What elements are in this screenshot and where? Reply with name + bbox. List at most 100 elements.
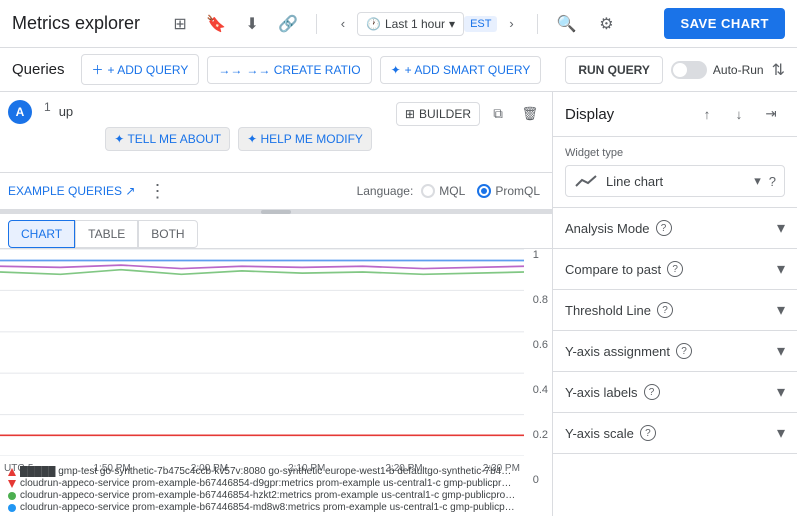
line-chart-icon [574,172,598,190]
expand-icon[interactable]: ⇅ [772,60,785,80]
language-row: Language: MQL PromQL [357,184,540,198]
add-smart-query-button[interactable]: ✦ + ADD SMART QUERY [380,56,542,84]
legend-dot-3 [8,492,16,500]
nav-prev-btn[interactable]: ‹ [329,10,357,38]
display-controls: ↑ ↓ ⇥ [693,100,785,128]
link-icon-btn[interactable]: 🔗 [272,8,304,40]
download-icon-btn[interactable]: ⬇ [236,8,268,40]
time-selector[interactable]: 🕐 Last 1 hour ▾ [357,12,464,36]
y-axis-labels-label: Y-axis labels [565,385,638,400]
table-tab[interactable]: TABLE [75,220,138,248]
y-axis-labels-help[interactable]: ? [644,384,660,400]
display-up-btn[interactable]: ↑ [693,100,721,128]
threshold-line-help[interactable]: ? [657,302,673,318]
mql-radio[interactable]: MQL [421,184,465,198]
threshold-line-section: Threshold Line ? ▾ [553,290,797,331]
save-chart-button[interactable]: SAVE CHART [664,8,785,39]
legend-triangle-2 [8,480,16,488]
y-label-08: 0.8 [533,294,548,306]
app-header: Metrics explorer ⊞ 🔖 ⬇ 🔗 ‹ 🕐 Last 1 hour… [0,0,797,48]
compare-to-past-header[interactable]: Compare to past ? ▾ [553,249,797,289]
y-label-06: 0.6 [533,339,548,351]
queries-title: Queries [12,61,65,78]
legend-text-3: cloudrun-appeco-service prom-example-b67… [20,490,516,501]
header-divider [316,14,317,34]
header-divider-2 [537,14,538,34]
analysis-mode-header[interactable]: Analysis Mode ? ▾ [553,208,797,248]
legend-triangle-1 [8,468,16,476]
legend-item-1: █████ gmp-test go-synthetic-7b475c4ccb-k… [8,466,516,477]
copy-query-button[interactable]: ⧉ [484,100,512,128]
language-radio-group: MQL PromQL [421,184,540,198]
main-content: A 1 up ✦ TELL ME ABOUT ✦ HELP ME MODIFY … [0,92,797,516]
clock-icon: 🕐 [366,17,381,31]
chart-tabs: CHART TABLE BOTH [0,214,552,249]
threshold-line-title: Threshold Line ? [565,302,673,318]
display-down-btn[interactable]: ↓ [725,100,753,128]
time-label: Last 1 hour [385,17,445,31]
create-ratio-button[interactable]: →→ →→ CREATE RATIO [207,56,371,84]
ratio-icon: →→ [218,63,242,77]
y-label-04: 0.4 [533,384,548,396]
promql-radio[interactable]: PromQL [477,184,540,198]
help-me-modify-button[interactable]: ✦ HELP ME MODIFY [238,127,372,151]
builder-button[interactable]: ⊞ BUILDER [396,102,480,126]
legend-item-2: cloudrun-appeco-service prom-example-b67… [8,478,516,489]
more-options-button[interactable]: ⋮ [143,177,171,205]
chart-legend: █████ gmp-test go-synthetic-7b475c4ccb-k… [0,464,524,516]
timezone-badge[interactable]: EST [464,16,497,32]
widget-type-selector[interactable]: Line chart ▾ ? [565,165,785,197]
compare-to-past-help[interactable]: ? [667,261,683,277]
legend-item-4: cloudrun-appeco-service prom-example-b67… [8,502,516,513]
y-axis-scale-section: Y-axis scale ? ▾ [553,413,797,454]
y-axis-assignment-help[interactable]: ? [676,343,692,359]
query-editor: A 1 up ✦ TELL ME ABOUT ✦ HELP ME MODIFY … [0,92,552,173]
example-queries-link[interactable]: EXAMPLE QUERIES ↗ [8,184,135,198]
y-axis-scale-header[interactable]: Y-axis scale ? ▾ [553,413,797,453]
y-label-0: 0 [533,474,548,486]
both-tab[interactable]: BOTH [138,220,197,248]
legend-text-1: █████ gmp-test go-synthetic-7b475c4ccb-k… [20,466,516,477]
query-text[interactable]: up [59,100,380,123]
display-expand-btn[interactable]: ⇥ [757,100,785,128]
analysis-mode-help[interactable]: ? [656,220,672,236]
widget-type-name: Line chart [606,174,746,189]
query-row: A 1 up ✦ TELL ME ABOUT ✦ HELP ME MODIFY … [0,92,552,172]
threshold-line-header[interactable]: Threshold Line ? ▾ [553,290,797,330]
header-icons: ⊞ 🔖 ⬇ 🔗 [164,8,304,40]
analysis-mode-label: Analysis Mode [565,221,650,236]
widget-type-section: Widget type Line chart ▾ ? [553,137,797,208]
search-btn[interactable]: 🔍 [550,8,582,40]
header-nav: ‹ 🕐 Last 1 hour ▾ EST › [329,10,525,38]
y-axis-scale-help[interactable]: ? [640,425,656,441]
bookmark-icon-btn[interactable]: 🔖 [200,8,232,40]
y-axis-assignment-label: Y-axis assignment [565,344,670,359]
widget-dropdown-icon: ▾ [754,173,761,189]
y-axis-labels-section: Y-axis labels ? ▾ [553,372,797,413]
y-axis-scale-chevron: ▾ [777,423,785,443]
left-panel: A 1 up ✦ TELL ME ABOUT ✦ HELP ME MODIFY … [0,92,553,516]
tell-me-about-button[interactable]: ✦ TELL ME ABOUT [105,127,230,151]
legend-item-3: cloudrun-appeco-service prom-example-b67… [8,490,516,501]
threshold-line-label: Threshold Line [565,303,651,318]
promql-radio-inner [481,188,487,194]
run-query-button[interactable]: RUN QUERY [565,56,663,84]
auto-run-switch[interactable] [671,61,707,79]
delete-query-button[interactable]: 🗑 [516,100,544,128]
query-number: 1 [40,92,55,114]
widget-help-icon[interactable]: ? [769,174,776,189]
chart-tab[interactable]: CHART [8,220,75,248]
time-dropdown-icon: ▾ [449,17,455,31]
y-axis-labels-header[interactable]: Y-axis labels ? ▾ [553,372,797,412]
grid-icon-btn[interactable]: ⊞ [164,8,196,40]
smart-icon: ✦ [391,63,401,77]
compare-to-past-section: Compare to past ? ▾ [553,249,797,290]
y-axis-labels-title: Y-axis labels ? [565,384,660,400]
y-axis-assignment-title: Y-axis assignment ? [565,343,692,359]
y-axis-assignment-header[interactable]: Y-axis assignment ? ▾ [553,331,797,371]
widget-type-label: Widget type [565,147,785,159]
settings-icon-btn[interactable]: ⚙ [590,8,622,40]
y-axis-labels-chevron: ▾ [777,382,785,402]
add-query-button[interactable]: ＋ + ADD QUERY [81,54,200,85]
nav-next-btn[interactable]: › [497,10,525,38]
